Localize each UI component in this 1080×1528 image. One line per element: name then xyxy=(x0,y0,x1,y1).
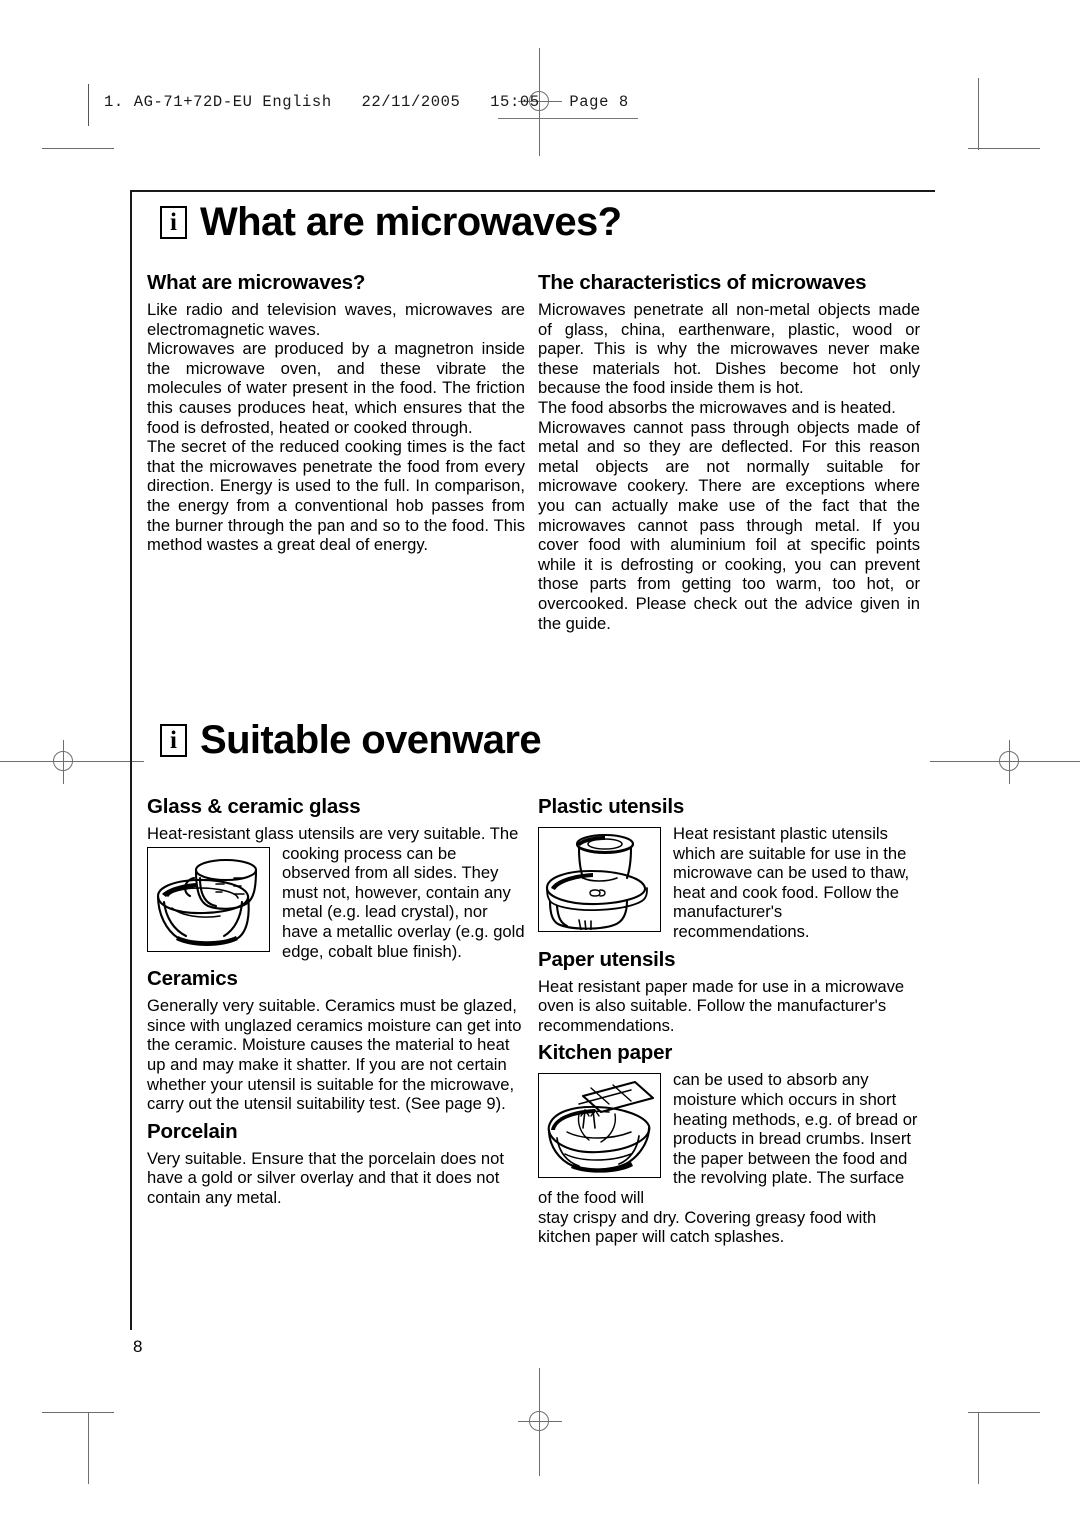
section-banner-suitable-ovenware: i Suitable ovenware xyxy=(160,718,542,763)
heading-characteristics-of-microwaves: The characteristics of microwaves xyxy=(538,271,867,294)
section1-right-column: The characteristics of microwaves Microw… xyxy=(538,271,920,633)
glass-dish-illustration xyxy=(147,846,270,952)
heading-what-are-microwaves: What are microwaves? xyxy=(147,271,366,294)
info-icon: i xyxy=(160,724,187,757)
plastic-container-illustration xyxy=(538,827,661,932)
paragraph-lead: Heat-resistant glass utensils are very s… xyxy=(147,824,519,843)
section-title: What are microwaves? xyxy=(200,200,622,244)
crop-mark-bottom-left-v xyxy=(88,1412,89,1484)
heading-plastic-utensils: Plastic utensils xyxy=(538,795,685,818)
crop-mark-bottom-right-v xyxy=(978,1412,979,1484)
crop-mark-bottom-left xyxy=(42,1412,114,1413)
heading-ceramics: Ceramics xyxy=(147,967,238,991)
slug-underline xyxy=(498,118,638,119)
page-top-rule xyxy=(130,190,935,192)
section2-left-column: Glass & ceramic glass Heat-resistant gla… xyxy=(147,795,525,1208)
paragraph: Microwaves are produced by a magnetron i… xyxy=(147,339,525,437)
page-number: 8 xyxy=(133,1337,143,1356)
paragraph: The secret of the reduced cooking times … xyxy=(147,437,525,555)
paragraph: Microwaves cannot pass through objects m… xyxy=(538,417,920,633)
kitchen-paper-illustration xyxy=(538,1073,661,1179)
section1-left-column: What are microwaves? Like radio and tele… xyxy=(147,271,525,555)
crop-mark-top-right-v xyxy=(978,78,979,150)
info-icon: i xyxy=(160,206,187,239)
printer-slug: 1. AG-71+72D-EU English 22/11/2005 15:05… xyxy=(104,93,629,111)
crop-mark-top-left xyxy=(42,148,114,149)
section-banner-what-are-microwaves: i What are microwaves? xyxy=(160,200,622,245)
section-title: Suitable ovenware xyxy=(200,718,542,762)
paragraph: Very suitable. Ensure that the porcelain… xyxy=(147,1148,504,1207)
section2-right-column: Plastic utensils Heat resistant plastic … xyxy=(538,795,920,1247)
heading-porcelain: Porcelain xyxy=(147,1119,238,1143)
paragraph: Generally very suitable. Ceramics must b… xyxy=(147,996,522,1114)
registration-mark-bottom xyxy=(518,1368,562,1476)
paragraph-tail: stay crispy and dry. Covering greasy foo… xyxy=(538,1207,877,1247)
registration-mark-right xyxy=(930,740,1080,784)
paragraph: The food absorbs the microwaves and is h… xyxy=(538,397,896,417)
heading-glass-ceramic-glass: Glass & ceramic glass xyxy=(147,795,361,818)
paragraph: Like radio and television waves, microwa… xyxy=(147,300,525,339)
paragraph: Heat resistant paper made for use in a m… xyxy=(538,976,905,1035)
registration-mark-left xyxy=(0,740,144,784)
slug-divider xyxy=(88,84,89,126)
page-left-rule xyxy=(130,190,132,1330)
paragraph: Microwaves penetrate all non-metal objec… xyxy=(538,300,920,398)
heading-paper-utensils: Paper utensils xyxy=(538,947,676,971)
heading-kitchen-paper: Kitchen paper xyxy=(538,1041,673,1065)
